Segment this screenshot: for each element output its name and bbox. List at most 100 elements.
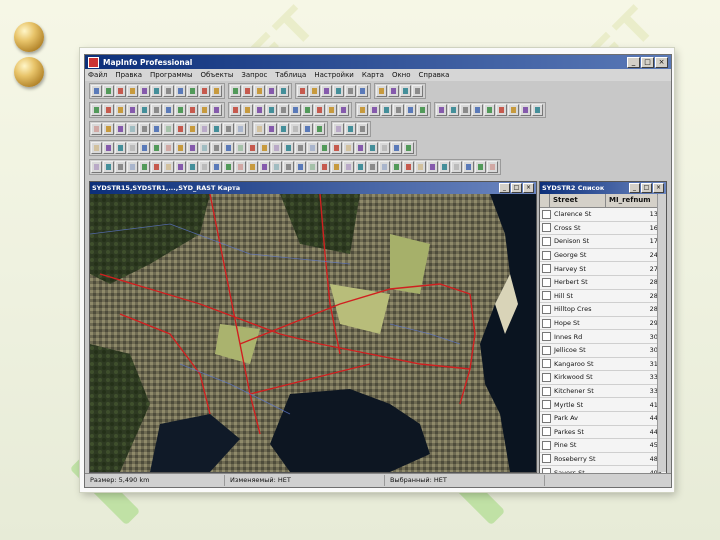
toolbar-tool-icon[interactable] xyxy=(103,141,114,154)
toolbar-tool-icon[interactable] xyxy=(199,160,210,173)
toolbar-tool-icon[interactable] xyxy=(379,160,390,173)
row-select-checkbox[interactable] xyxy=(542,440,551,450)
row-select-checkbox[interactable] xyxy=(542,223,551,233)
row-select-checkbox[interactable] xyxy=(542,304,551,314)
toolbar-tool-icon[interactable] xyxy=(381,103,392,116)
toolbar-tool-icon[interactable] xyxy=(309,84,320,97)
toolbar-tool-icon[interactable] xyxy=(307,141,318,154)
toolbar-tool-icon[interactable] xyxy=(235,141,246,154)
toolbar-tool-icon[interactable] xyxy=(345,122,356,135)
toolbar-tool-icon[interactable] xyxy=(211,103,222,116)
row-select-checkbox[interactable] xyxy=(542,386,551,396)
toolbar-tool-icon[interactable] xyxy=(391,160,402,173)
toolbar-tool-icon[interactable] xyxy=(127,103,138,116)
toolbar-tool-icon[interactable] xyxy=(91,103,102,116)
toolbar-tool-icon[interactable] xyxy=(266,103,277,116)
toolbar-tool-icon[interactable] xyxy=(103,160,114,173)
toolbar-tool-icon[interactable] xyxy=(163,160,174,173)
toolbar-tool-icon[interactable] xyxy=(427,160,438,173)
toolbar-tool-icon[interactable] xyxy=(163,141,174,154)
map-maximize-button[interactable]: □ xyxy=(511,183,522,193)
toolbar-tool-icon[interactable] xyxy=(211,141,222,154)
toolbar-tool-icon[interactable] xyxy=(379,141,390,154)
toolbar-tool-icon[interactable] xyxy=(451,160,462,173)
row-select-checkbox[interactable] xyxy=(542,400,551,410)
toolbar-tool-icon[interactable] xyxy=(333,84,344,97)
toolbar-tool-icon[interactable] xyxy=(175,122,186,135)
toolbar-tool-icon[interactable] xyxy=(355,141,366,154)
toolbar-tool-icon[interactable] xyxy=(103,122,114,135)
toolbar-tool-icon[interactable] xyxy=(508,103,519,116)
toolbar-tool-icon[interactable] xyxy=(115,122,126,135)
table-row[interactable]: Pine St 452 xyxy=(540,439,666,453)
toolbar-tool-icon[interactable] xyxy=(151,160,162,173)
column-header-street[interactable]: Street xyxy=(550,194,606,207)
menu-window[interactable]: Окно xyxy=(392,71,411,79)
menu-table[interactable]: Таблица xyxy=(275,71,306,79)
browser-minimize-button[interactable]: _ xyxy=(629,183,640,193)
toolbar-tool-icon[interactable] xyxy=(139,122,150,135)
table-row[interactable]: Harvey St 271 xyxy=(540,262,666,276)
toolbar-tool-icon[interactable] xyxy=(223,160,234,173)
toolbar-tool-icon[interactable] xyxy=(91,84,102,97)
table-row[interactable]: Innes Rd 303 xyxy=(540,330,666,344)
toolbar-tool-icon[interactable] xyxy=(405,103,416,116)
toolbar-tool-icon[interactable] xyxy=(417,103,428,116)
toolbar-tool-icon[interactable] xyxy=(357,84,368,97)
toolbar-tool-icon[interactable] xyxy=(295,160,306,173)
toolbar-tool-icon[interactable] xyxy=(235,122,246,135)
toolbar-tool-icon[interactable] xyxy=(266,84,277,97)
row-select-checkbox[interactable] xyxy=(542,427,551,437)
toolbar-tool-icon[interactable] xyxy=(211,160,222,173)
table-row[interactable]: Myrtle St 413 xyxy=(540,398,666,412)
toolbar-tool-icon[interactable] xyxy=(278,84,289,97)
table-row[interactable]: Kirkwood St 331 xyxy=(540,371,666,385)
toolbar-tool-icon[interactable] xyxy=(314,122,325,135)
toolbar-tool-icon[interactable] xyxy=(151,122,162,135)
toolbar-tool-icon[interactable] xyxy=(247,141,258,154)
table-row[interactable]: Denison St 179 xyxy=(540,235,666,249)
toolbar-tool-icon[interactable] xyxy=(271,141,282,154)
toolbar-tool-icon[interactable] xyxy=(460,103,471,116)
toolbar-tool-icon[interactable] xyxy=(278,103,289,116)
toolbar-tool-icon[interactable] xyxy=(319,141,330,154)
toolbar-tool-icon[interactable] xyxy=(187,84,198,97)
minimize-button[interactable]: _ xyxy=(627,56,640,68)
table-row[interactable]: Clarence St 133 xyxy=(540,208,666,222)
toolbar-tool-icon[interactable] xyxy=(91,141,102,154)
toolbar-tool-icon[interactable] xyxy=(307,160,318,173)
toolbar-tool-icon[interactable] xyxy=(127,122,138,135)
toolbar-tool-icon[interactable] xyxy=(211,122,222,135)
toolbar-tool-icon[interactable] xyxy=(400,84,411,97)
toolbar-tool-icon[interactable] xyxy=(115,84,126,97)
toolbar-tool-icon[interactable] xyxy=(115,103,126,116)
toolbar-tool-icon[interactable] xyxy=(367,160,378,173)
table-row[interactable]: Cross St 160 xyxy=(540,221,666,236)
toolbar-tool-icon[interactable] xyxy=(103,103,114,116)
table-row[interactable]: Hilltop Cres 288 xyxy=(540,303,666,317)
toolbar-tool-icon[interactable] xyxy=(532,103,543,116)
maximize-button[interactable]: □ xyxy=(641,56,654,68)
toolbar-tool-icon[interactable] xyxy=(472,103,483,116)
toolbar-tool-icon[interactable] xyxy=(254,103,265,116)
menu-edit[interactable]: Правка xyxy=(115,71,142,79)
toolbar-tool-icon[interactable] xyxy=(439,160,450,173)
column-header-refnum[interactable]: MI_refnum xyxy=(606,194,658,207)
row-select-checkbox[interactable] xyxy=(542,454,551,464)
table-row[interactable]: Hope St 295 xyxy=(540,316,666,331)
table-row[interactable]: Parkes St 448 xyxy=(540,425,666,440)
row-select-checkbox[interactable] xyxy=(542,291,551,301)
toolbar-tool-icon[interactable] xyxy=(223,122,234,135)
toolbar-tool-icon[interactable] xyxy=(403,141,414,154)
toolbar-tool-icon[interactable] xyxy=(175,103,186,116)
toolbar-tool-icon[interactable] xyxy=(187,160,198,173)
toolbar-tool-icon[interactable] xyxy=(199,141,210,154)
toolbar-tool-icon[interactable] xyxy=(297,84,308,97)
toolbar-tool-icon[interactable] xyxy=(199,122,210,135)
toolbar-tool-icon[interactable] xyxy=(475,160,486,173)
toolbar-tool-icon[interactable] xyxy=(115,160,126,173)
toolbar-tool-icon[interactable] xyxy=(127,160,138,173)
toolbar-tool-icon[interactable] xyxy=(463,160,474,173)
toolbar-tool-icon[interactable] xyxy=(319,160,330,173)
toolbar-tool-icon[interactable] xyxy=(376,84,387,97)
